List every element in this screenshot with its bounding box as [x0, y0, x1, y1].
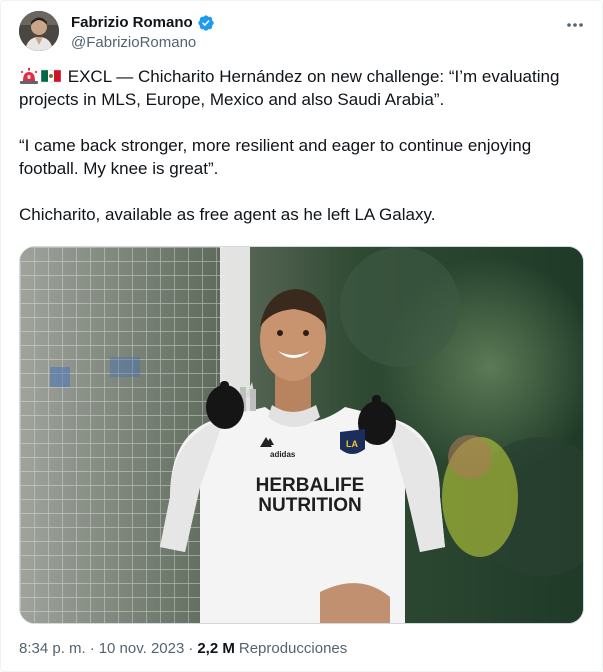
svg-text:adidas: adidas [270, 450, 296, 459]
tweet-media-photo[interactable]: adidas LA HERBALIFE NUTRITION [19, 246, 584, 624]
svg-text:HERBALIFE: HERBALIFE [256, 475, 365, 496]
rotating-light-emoji-icon [19, 67, 39, 84]
author-handle[interactable]: @FabrizioRomano [71, 33, 215, 53]
tweet-header: Fabrizio Romano @FabrizioRomano [19, 11, 589, 55]
meta-separator-2: · [188, 640, 194, 657]
svg-text:LA: LA [346, 439, 358, 449]
tweet-time[interactable]: 8:34 p. m. [19, 639, 86, 659]
views-label: Reproducciones [238, 640, 348, 657]
tweet-date[interactable]: 10 nov. 2023 [99, 639, 185, 659]
views-count: 2,2 M [197, 640, 235, 657]
meta-separator: · [89, 640, 95, 657]
author-name[interactable]: Fabrizio Romano [71, 13, 193, 33]
verified-badge-icon [197, 14, 215, 32]
mexico-flag-emoji-icon [40, 67, 62, 83]
author-block: Fabrizio Romano @FabrizioRomano [71, 13, 215, 53]
avatar[interactable] [19, 11, 59, 51]
tweet-card: Fabrizio Romano @FabrizioRomano EXCL — C… [0, 0, 603, 672]
tweet-paragraph-2: “I came back stronger, more resilient an… [19, 136, 532, 178]
avatar-photo-icon [19, 11, 59, 51]
svg-text:NUTRITION: NUTRITION [258, 495, 361, 516]
tweet-paragraph-3: Chicharito, available as free agent as h… [19, 205, 436, 224]
tweet-line-1: EXCL — Chicharito Hernández on new chall… [19, 67, 560, 109]
more-options-icon[interactable] [563, 13, 587, 37]
tweet-meta: 8:34 p. m. · 10 nov. 2023 · 2,2 M Reprod… [19, 639, 347, 659]
player-photo-icon: adidas LA HERBALIFE NUTRITION [20, 247, 583, 623]
tweet-paragraph-1: EXCL — Chicharito Hernández on new chall… [19, 65, 585, 111]
tweet-text: EXCL — Chicharito Hernández on new chall… [19, 65, 585, 226]
